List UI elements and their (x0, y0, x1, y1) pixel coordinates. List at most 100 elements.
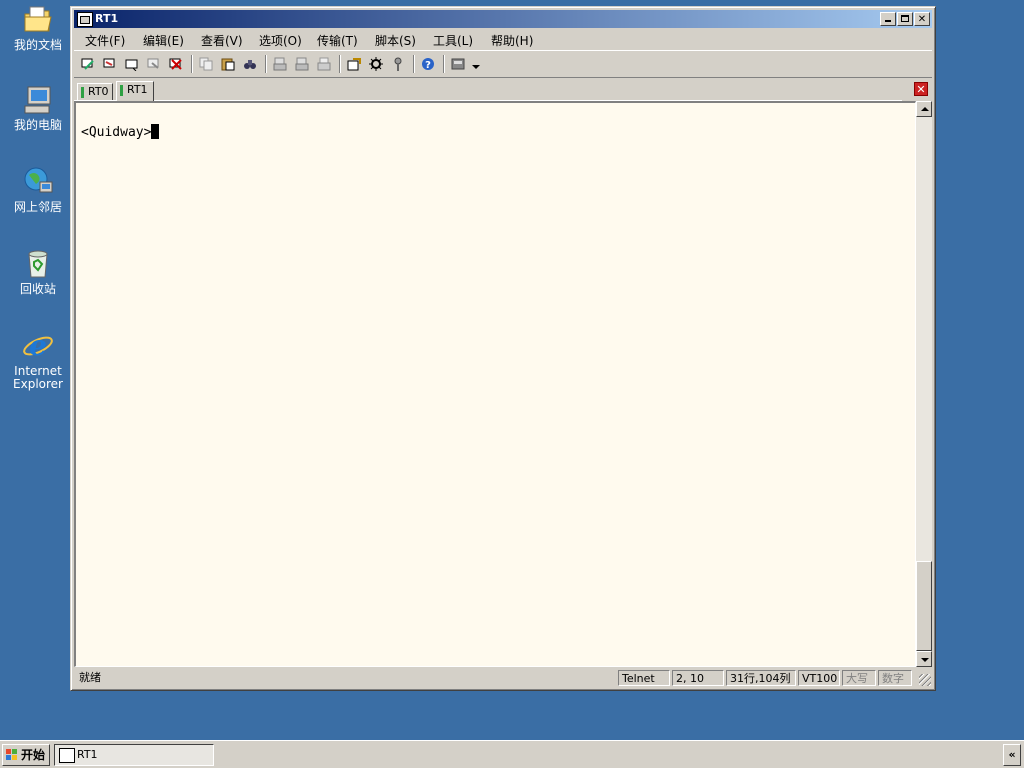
arrow-up-icon (921, 107, 929, 111)
copy-button[interactable] (197, 55, 215, 73)
status-ready: 就绪 (79, 671, 101, 684)
session-options-button[interactable] (345, 55, 363, 73)
status-bar: 就绪 Telnet 2, 10 31行,104列 VT100 大写 数字 (74, 669, 932, 687)
help-icon: ? (422, 58, 434, 71)
scrollbar-thumb[interactable] (916, 561, 932, 651)
close-button[interactable]: ✕ (914, 12, 930, 26)
title-bar[interactable]: RT1 ✕ (74, 10, 932, 28)
tab-rt1[interactable]: RT1 (116, 81, 154, 101)
status-cursor-position: 2, 10 (672, 670, 724, 686)
svg-text:e: e (29, 330, 47, 362)
close-tab-button[interactable]: ✕ (914, 82, 928, 96)
quick-connect-button[interactable] (101, 55, 119, 73)
windows-logo-icon (6, 749, 17, 760)
print-button[interactable] (315, 55, 333, 73)
status-protocol: Telnet (618, 670, 670, 686)
print-selection-button[interactable] (293, 55, 311, 73)
status-emulation: VT100 (798, 670, 840, 686)
reconnect-button[interactable] (145, 55, 163, 73)
tray-expand-button[interactable]: « (1003, 744, 1021, 766)
connect-button[interactable] (79, 55, 97, 73)
scroll-down-button[interactable] (916, 651, 932, 667)
terminal-cursor (151, 124, 160, 139)
window-title: RT1 (95, 12, 119, 25)
securecrt-window: RT1 ✕ 文件(F) 编辑(E) 查看(V) 选项(O) 传输(T) 脚本(S… (70, 6, 936, 691)
sftp-button[interactable] (449, 55, 467, 73)
status-terminal-size: 31行,104列 (726, 670, 796, 686)
recycle-bin-icon (22, 248, 54, 280)
desktop-icon-network-places[interactable]: 网上邻居 (6, 166, 70, 214)
desktop-icon-label: 回收站 (19, 282, 56, 296)
desktop-icon-my-documents[interactable]: 我的文档 (6, 4, 70, 52)
menu-view[interactable]: 查看(V) (201, 32, 243, 49)
chevron-left-icon: « (1008, 748, 1016, 761)
network-places-icon (22, 166, 54, 198)
session-options-icon (347, 58, 361, 71)
connect-icon (81, 58, 94, 70)
keymap-button[interactable] (389, 55, 407, 73)
help-button[interactable]: ? (419, 55, 437, 73)
start-button[interactable]: 开始 (2, 744, 50, 766)
menu-transfer[interactable]: 传输(T) (317, 32, 358, 49)
sftp-icon (451, 58, 465, 70)
binoculars-icon (244, 60, 256, 69)
vertical-scrollbar[interactable] (916, 101, 932, 667)
resize-grip[interactable] (919, 674, 931, 686)
connect-in-tab-button[interactable] (123, 55, 141, 73)
app-icon[interactable] (77, 12, 93, 27)
taskbar-item-rt1[interactable]: RT1 (54, 744, 214, 766)
status-num-lock: 数字 (878, 670, 912, 686)
session-tab-bar: RT0 RT1 ✕ (74, 79, 932, 101)
chevron-down-icon (472, 65, 480, 69)
disconnect-icon (169, 58, 182, 70)
tab-label: RT0 (88, 85, 109, 98)
minimize-button[interactable] (880, 12, 896, 26)
desktop-icon-my-computer[interactable]: 我的电脑 (6, 84, 70, 132)
menu-options[interactable]: 选项(O) (259, 32, 302, 49)
desktop-icon-label: 网上邻居 (13, 200, 62, 214)
quick-connect-icon (103, 58, 115, 68)
disconnect-button[interactable] (167, 55, 185, 73)
tab-connect-icon (125, 59, 138, 71)
my-computer-icon (22, 84, 54, 116)
app-icon (59, 748, 75, 763)
paste-button[interactable] (219, 55, 237, 73)
terminal-line: <Quidway> (81, 124, 160, 140)
print-screen-button[interactable] (271, 55, 289, 73)
svg-text:?: ? (425, 60, 431, 71)
scroll-up-button[interactable] (916, 101, 932, 117)
close-icon: ✕ (917, 14, 927, 25)
global-options-button[interactable] (367, 55, 385, 73)
menu-script[interactable]: 脚本(S) (375, 32, 416, 49)
toolbar-overflow-button[interactable] (471, 55, 481, 73)
minimize-icon (885, 20, 891, 22)
menu-help[interactable]: 帮助(H) (491, 32, 533, 49)
toolbar-separator (339, 55, 341, 73)
paste-icon (221, 58, 235, 71)
toolbar-separator (265, 55, 267, 73)
close-icon: ✕ (916, 83, 926, 96)
toolbar-separator (443, 55, 445, 73)
gear-icon (369, 57, 383, 71)
desktop-icon-label: 我的电脑 (13, 118, 62, 132)
menu-tools[interactable]: 工具(L) (433, 32, 473, 49)
print-screen-icon (273, 57, 287, 71)
toolbar: ? (74, 50, 932, 78)
tab-rt0[interactable]: RT0 (77, 83, 113, 100)
menu-edit[interactable]: 编辑(E) (143, 32, 184, 49)
print-selection-icon (295, 57, 309, 71)
toolbar-separator (413, 55, 415, 73)
internet-explorer-icon: e (22, 329, 54, 362)
terminal-screen[interactable]: <Quidway> (74, 101, 916, 667)
menu-file[interactable]: 文件(F) (85, 32, 125, 49)
find-button[interactable] (241, 55, 259, 73)
desktop-icon-internet-explorer[interactable]: e Internet Explorer (6, 329, 70, 391)
desktop-icon-recycle-bin[interactable]: 回收站 (6, 248, 70, 296)
status-caps-lock: 大写 (842, 670, 876, 686)
start-label: 开始 (21, 748, 46, 762)
maximize-icon (901, 15, 909, 22)
taskbar-item-label: RT1 (77, 748, 98, 761)
arrow-down-icon (921, 658, 929, 662)
reconnect-icon (147, 58, 159, 69)
maximize-button[interactable] (897, 12, 913, 26)
